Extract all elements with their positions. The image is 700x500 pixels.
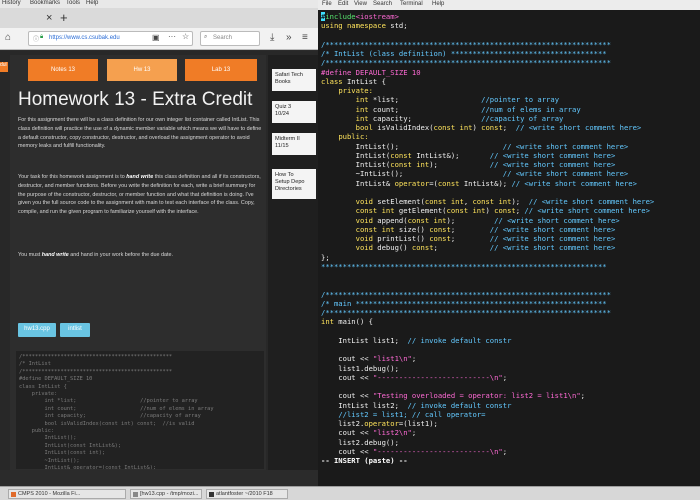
term-menu-view[interactable]: View [354,1,367,7]
search-icon: ⌕ [204,34,208,40]
term-menu-edit[interactable]: Edit [338,1,348,7]
homework-content: Notes 13 Hw 13 Lab 13 Homework 13 - Extr… [10,55,266,470]
tab-notes[interactable]: Notes 13 [28,59,98,81]
sidebar-item-quiz[interactable]: Quiz 3 10/24 [272,101,316,123]
taskbar: CMPS 2010 - Mozilla Fi... [hw13.cpp - /t… [0,486,700,500]
download-icon[interactable]: ⤓ [270,32,274,43]
menu-bookmarks[interactable]: Bookmarks [30,0,60,6]
sidebar-item-midterm[interactable]: Midterm II 11/15 [272,133,316,155]
sidebar-item-howto[interactable]: How To Setup Depo Directories [272,169,316,199]
due-paragraph: You must hand write and hand in your wor… [18,252,174,258]
term-menu-terminal[interactable]: Terminal [400,1,423,7]
browser-window: History Bookmarks Tools Help × + ⌂ ⓘ 🔒︎ … [0,0,318,500]
lock-icon: 🔒︎ [40,34,44,40]
task-paragraph: Your task for this homework assignment i… [18,174,261,216]
term-menu-file[interactable]: File [322,1,332,7]
taskbar-item-firefox[interactable]: CMPS 2010 - Mozilla Fi... [8,489,126,499]
tab-lab[interactable]: Lab 13 [185,59,257,81]
search-placeholder: Search [213,35,233,41]
left-strip-label: dul [0,62,8,72]
taskbar-item-terminal[interactable]: atlantfoster ~/2010 F18 [206,489,288,499]
browser-navbar: ⌂ ⓘ 🔒︎ https://www.cs.csubak.edu ▣ ··· ☆… [0,28,318,50]
tab-hw[interactable]: Hw 13 [107,59,177,81]
reader-icon[interactable]: ▣ [152,33,160,42]
hw13-cpp-button[interactable]: hw13.cpp [18,323,56,337]
taskbar-item-editor[interactable]: [hw13.cpp - /tmp/mozi... [130,489,202,499]
intlist-button[interactable]: intlist [60,323,90,337]
page-title: Homework 13 - Extra Credit [18,89,253,110]
firefox-icon [11,492,16,497]
code-preview: /***************************************… [16,351,264,469]
url-text: https://www.cs.csubak.edu [49,35,120,41]
intro-paragraph: For this assignment there will be a clas… [18,117,262,150]
document-icon [133,492,138,497]
sidebar-item-safari-books[interactable]: Safari Tech Books [272,69,316,91]
close-tab-icon[interactable]: × [46,12,52,24]
menu-icon[interactable]: ≡ [302,32,308,43]
more-icon[interactable]: ··· [168,32,176,41]
info-icon[interactable]: ⓘ [33,34,39,43]
terminal-icon [209,492,214,497]
menu-help[interactable]: Help [86,0,98,6]
web-page: Notes 13 Hw 13 Lab 13 Homework 13 - Extr… [0,51,318,470]
menu-history[interactable]: History [2,0,21,6]
overflow-icon[interactable]: » [286,32,292,43]
terminal-code[interactable]: #include<iostream> using namespace std; … [321,12,699,465]
terminal-window: File Edit View Search Terminal Help #inc… [318,0,700,486]
sidebar: Safari Tech Books Quiz 3 10/24 Midterm II 1… [268,55,318,470]
term-menu-help[interactable]: Help [432,1,444,7]
terminal-menubar: File Edit View Search Terminal Help [318,0,700,10]
menu-tools[interactable]: Tools [66,0,80,6]
new-tab-icon[interactable]: + [60,10,68,25]
term-menu-search[interactable]: Search [373,1,392,7]
bookmark-star-icon[interactable]: ☆ [182,32,189,41]
search-bar[interactable]: ⌕ Search [200,31,260,46]
browser-menubar: History Bookmarks Tools Help [0,0,318,8]
browser-tabstrip: × + [0,8,318,28]
home-icon[interactable]: ⌂ [5,32,11,43]
